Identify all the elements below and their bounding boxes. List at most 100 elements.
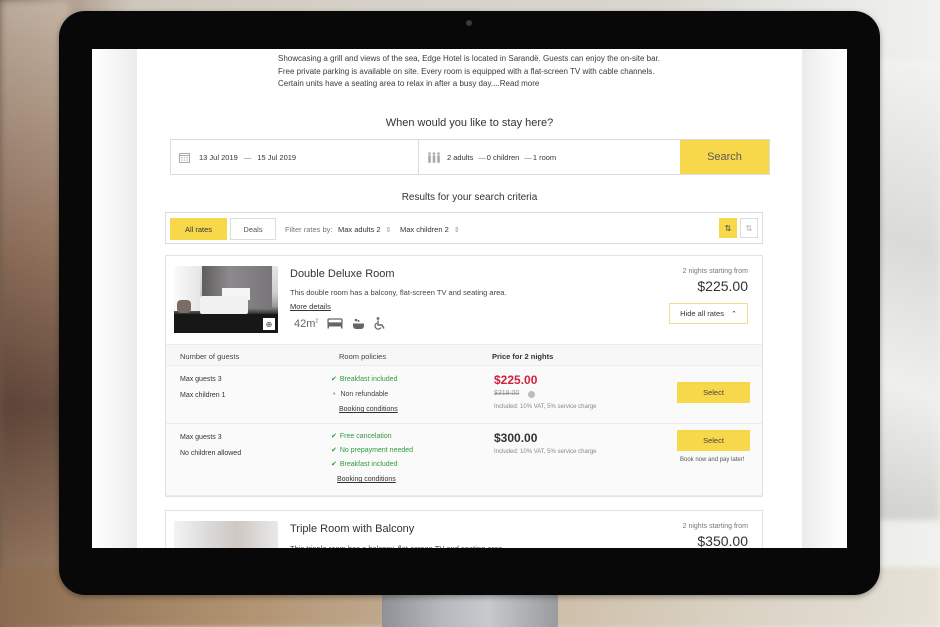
included-taxes: Included: 10% VAT, 5% service charge	[494, 404, 597, 410]
read-more-link[interactable]: Read more	[500, 79, 540, 88]
camera-icon	[466, 20, 472, 26]
max-children: Max children 1	[180, 392, 226, 399]
starting-price: $350.00	[697, 533, 748, 548]
hotel-description: Showcasing a grill and views of the sea,…	[278, 53, 673, 91]
rate-row: Max guests 3 No children allowed ✔ Free c…	[166, 424, 762, 496]
tab-all-rates[interactable]: All rates	[170, 218, 227, 240]
bathtub-icon	[353, 318, 365, 329]
starting-label: 2 nights starting from	[682, 268, 748, 275]
room-description: This tripple room has a balcony, flat-sc…	[290, 544, 504, 548]
filter-label: Filter rates by:	[285, 225, 333, 234]
max-children-select[interactable]: Max children 2 ⇕	[400, 225, 460, 234]
monitor-screen: Showcasing a grill and views of the sea,…	[92, 49, 847, 548]
hotel-description-text: Showcasing a grill and views of the sea,…	[278, 54, 660, 88]
more-details-link[interactable]: More details	[290, 302, 331, 311]
wheelchair-icon	[374, 317, 385, 330]
sort-icon[interactable]: ⇅	[740, 218, 758, 238]
children-count: 0 children	[486, 152, 520, 162]
starting-price: $225.00	[697, 278, 748, 294]
rates-header: Number of guests Room policies Price for…	[166, 344, 762, 366]
bed-icon	[327, 318, 343, 329]
page-gutter-right	[802, 49, 847, 548]
rate-price: $225.00	[494, 373, 538, 387]
people-icon	[428, 151, 440, 163]
checkout-date: 15 Jul 2019	[257, 152, 297, 162]
max-adults-select[interactable]: Max adults 2 ⇕	[338, 225, 391, 234]
room-area-value: 42m	[294, 317, 316, 330]
room-description: This double room has a balcony, flat-scr…	[290, 288, 507, 297]
header-guests: Number of guests	[180, 352, 240, 361]
updown-icon: ⇕	[385, 227, 392, 234]
header-price: Price for 2 nights	[492, 352, 554, 361]
starting-label: 2 nights starting from	[682, 523, 748, 530]
select-button[interactable]: Select	[677, 382, 750, 403]
guests-field[interactable]: 2 adults — 0 children — 1 room	[419, 140, 680, 174]
check-icon: ✔	[331, 461, 337, 468]
room-area-sup: 2	[315, 317, 319, 324]
page-gutter-left	[92, 49, 137, 548]
calendar-icon	[179, 152, 190, 163]
policy-text: Free cancelation	[339, 433, 392, 440]
policy-item: ✔ Free cancelation	[331, 432, 392, 440]
check-icon: ✔	[331, 433, 337, 440]
max-children-value: Max children 2	[400, 225, 449, 234]
policy-text: Breakfast included	[339, 461, 398, 468]
adults-count: 2 adults	[447, 152, 474, 162]
room-photo[interactable]	[174, 521, 278, 548]
rate-price: $300.00	[494, 431, 538, 445]
date-range-field[interactable]: 13 Jul 2019 — 15 Jul 2019	[171, 140, 419, 174]
policy-text: No prepayment needed	[339, 447, 414, 454]
check-icon: ✔	[331, 376, 337, 383]
updown-icon: ⇕	[453, 227, 460, 234]
room-amenities: 42m2	[294, 317, 386, 330]
search-button[interactable]: Search	[680, 140, 769, 174]
room-name: Triple Room with Balcony	[290, 523, 415, 535]
max-adults-value: Max adults 2	[338, 225, 381, 234]
header-policies: Room policies	[339, 352, 387, 361]
filter-bar: All rates Deals Filter rates by: Max adu…	[165, 212, 763, 244]
policy-item: ✔ Breakfast included	[331, 375, 397, 383]
max-guests: Max guests 3	[180, 434, 222, 441]
date-separator: —	[243, 152, 252, 162]
room-photo[interactable]: ⊕	[174, 266, 278, 333]
old-price-value: $319.00	[494, 390, 520, 397]
policy-text: Non refundable	[340, 391, 389, 398]
zoom-in-icon[interactable]: ⊕	[263, 318, 275, 330]
policy-item: ✔ Breakfast included	[331, 460, 397, 468]
rooms-count: 1 room	[532, 152, 557, 162]
info-icon[interactable]	[528, 391, 535, 398]
booking-conditions-link[interactable]: Booking conditions	[339, 406, 398, 413]
included-taxes: Included: 10% VAT, 5% service charge	[494, 449, 597, 455]
room-card: ⊕ Double Deluxe Room This double room ha…	[165, 255, 763, 497]
old-price: $319.00	[494, 390, 519, 397]
room-name: Double Deluxe Room	[290, 268, 395, 280]
policy-item: • Non refundable	[331, 391, 388, 398]
rate-row: Max guests 3 Max children 1 ✔ Breakfast i…	[166, 366, 762, 424]
room-area: 42m2	[294, 318, 318, 330]
search-bar: 13 Jul 2019 — 15 Jul 2019 2 adults — 0 c…	[170, 139, 770, 175]
bullet-icon: •	[333, 391, 336, 398]
stay-heading: When would you like to stay here?	[385, 117, 554, 129]
hide-rates-button[interactable]: Hide all rates ⌃	[669, 303, 748, 324]
sort-active-icon[interactable]: ⇅	[719, 218, 737, 238]
monitor-stand	[382, 590, 558, 627]
select-button[interactable]: Select	[677, 430, 750, 451]
pay-later-note: Book now and pay later!	[680, 457, 745, 463]
booking-conditions-link[interactable]: Booking conditions	[337, 476, 396, 483]
children-policy: No children allowed	[180, 450, 242, 457]
separator: —	[524, 152, 532, 162]
room-card: Triple Room with Balcony This tripple ro…	[165, 510, 763, 548]
policy-text: Breakfast included	[339, 376, 398, 383]
check-icon: ✔	[331, 447, 337, 454]
chevron-up-icon: ⌃	[730, 310, 737, 318]
policy-item: ✔ No prepayment needed	[331, 446, 413, 454]
rates-table: Number of guests Room policies Price for…	[166, 344, 762, 496]
hide-rates-label: Hide all rates	[680, 309, 724, 318]
max-guests: Max guests 3	[180, 376, 222, 383]
hotel-page: Showcasing a grill and views of the sea,…	[137, 49, 802, 548]
results-heading: Results for your search criteria	[401, 192, 538, 203]
tab-deals[interactable]: Deals	[230, 218, 276, 240]
separator: —	[478, 152, 486, 162]
checkin-date: 13 Jul 2019	[199, 152, 238, 162]
background-blur-right	[870, 60, 940, 520]
